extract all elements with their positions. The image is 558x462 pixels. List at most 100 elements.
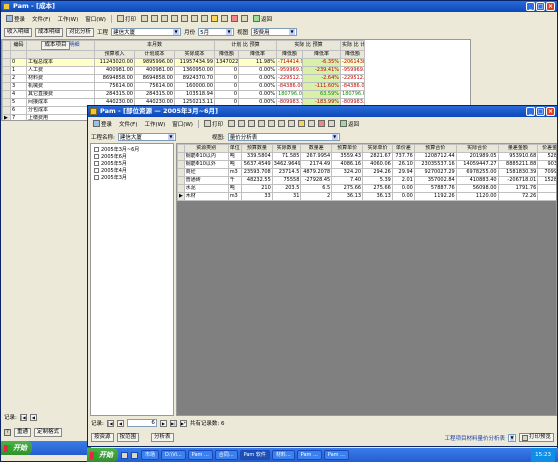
cost-value-cell[interactable]: -229512.70 <box>276 74 304 83</box>
print-button[interactable]: 打印 <box>202 119 225 128</box>
resource-col-header[interactable] <box>177 144 185 153</box>
return-button[interactable]: 返回 <box>251 14 274 23</box>
cut-icon[interactable] <box>227 120 235 127</box>
resource-value-cell[interactable]: 36.13 <box>362 192 393 201</box>
cost-value-cell[interactable]: 8924370.70 <box>173 74 216 83</box>
row-selector[interactable]: ▶ <box>177 192 185 201</box>
resource-value-cell[interactable]: 56098.00 <box>455 184 499 193</box>
resource-value-cell[interactable]: 23714.5 <box>271 168 302 177</box>
login-button[interactable]: 登录 <box>4 14 27 23</box>
first-record-icon[interactable]: |◀ <box>19 413 27 421</box>
resource-value-cell[interactable]: 1120.00 <box>455 192 499 201</box>
resource-value-cell[interactable]: 267.9954 <box>300 152 333 161</box>
resource-value-cell[interactable]: 8885211.88 <box>497 160 539 169</box>
resource-value-cell[interactable]: 2821.67 <box>362 152 393 161</box>
resource-value-cell[interactable]: 23593.708 <box>240 168 273 177</box>
resource-value-cell[interactable]: 0. <box>537 184 556 193</box>
col-budget-income[interactable]: 预算收入 <box>94 50 135 59</box>
resource-value-cell[interactable]: 1791.76 <box>497 184 539 193</box>
window-menu[interactable]: 窗口(W) <box>83 14 108 23</box>
undo-icon[interactable] <box>257 120 265 127</box>
cost-code-cell[interactable]: 7 <box>10 114 27 120</box>
resource-value-cell[interactable]: m3 <box>227 168 242 177</box>
cost-value-cell[interactable]: 0.00% <box>238 82 278 91</box>
resource-col-header[interactable]: 数量差 <box>300 144 333 153</box>
print-preview-button[interactable]: 打印预览 <box>518 433 554 442</box>
period-item[interactable]: 2005年6月 <box>91 153 173 160</box>
resource-value-cell[interactable]: 26.10 <box>391 160 415 169</box>
resource-value-cell[interactable]: 9270027.29 <box>413 168 457 177</box>
resource-value-cell[interactable]: -27928.45 <box>300 176 333 185</box>
resource-name-cell[interactable]: 木材 <box>183 192 229 201</box>
resource-value-cell[interactable]: 709941. <box>537 168 556 177</box>
resource-value-cell[interactable]: 29.94 <box>391 168 415 177</box>
col-reduce-amt-2[interactable]: 降低额 <box>276 50 304 59</box>
filter-icon[interactable] <box>200 15 208 22</box>
row-selector[interactable] <box>2 98 11 107</box>
cost-value-cell[interactable]: 0.00% <box>238 90 278 99</box>
cost-row[interactable]: 4 其它直接费 284315.00 284315.00 103518.94 0 0.00% 1… <box>2 90 366 99</box>
period-item[interactable]: 2005年4月 <box>91 167 173 174</box>
window-menu[interactable]: 窗口(W) <box>170 119 195 128</box>
minimize-icon[interactable]: _ <box>526 2 535 11</box>
row-selector[interactable] <box>2 82 11 91</box>
col-reduce-rate-2[interactable]: 降低率 <box>302 50 342 59</box>
sort-desc-icon[interactable] <box>190 15 198 22</box>
cost-value-cell[interactable]: -84386.00 <box>276 82 304 91</box>
resource-value-cell[interactable]: 4060.06 <box>362 160 393 169</box>
resource-value-cell[interactable]: 210 <box>240 184 273 193</box>
resource-name-cell[interactable]: 普通砖 <box>183 176 229 185</box>
analysis-table-button[interactable]: 分析表 <box>151 433 174 442</box>
row-selector[interactable] <box>177 184 185 193</box>
tab-cost-detail[interactable]: 成本明细 <box>35 27 64 37</box>
cost-value-cell[interactable]: -2.64% <box>302 74 342 83</box>
cost-code-cell[interactable]: 5 <box>10 98 27 107</box>
resource-col-header[interactable]: 资源类别 <box>183 144 229 153</box>
detail-checkbox[interactable]: 明细 <box>70 42 80 48</box>
maximize-icon[interactable]: □ <box>536 107 545 116</box>
row-selector[interactable] <box>177 168 185 177</box>
start-button[interactable]: 开始 <box>1 441 32 455</box>
cost-value-cell[interactable]: -959969.00 <box>340 66 366 75</box>
cost-code-cell[interactable]: 3 <box>10 82 27 91</box>
cost-value-cell[interactable]: 11243020.00 <box>94 58 135 67</box>
resource-value-cell[interactable]: 357002.84 <box>413 176 457 185</box>
cost-item-cell[interactable]: 上缴费用 <box>26 114 95 120</box>
cut-icon[interactable] <box>140 15 148 22</box>
resource-value-cell[interactable]: 33 <box>240 192 273 201</box>
resource-col-header[interactable]: 实际合价 <box>455 144 499 153</box>
resource-col-header[interactable]: 价差金额 <box>537 144 556 153</box>
cost-value-cell[interactable]: 8694858.00 <box>94 74 135 83</box>
resource-row[interactable]: 钢筋Φ10以外吨 5637.4549 3462.9649 2174.49 4086.16… <box>177 160 556 169</box>
project-name-select[interactable]: 建信大厦 ▼ <box>117 132 176 141</box>
print-button[interactable]: 打印 <box>115 14 138 23</box>
cost-value-cell[interactable]: 8694858.00 <box>134 74 175 83</box>
prev-record-icon[interactable]: ◀ <box>116 419 124 427</box>
resource-row[interactable]: ▶ 木材 m3 33 31 2 36.13 36.13 0.00 1192.26 1120.00 72… <box>177 192 556 201</box>
tab-income-detail[interactable]: 收入明细 <box>4 27 33 37</box>
check-icon[interactable] <box>210 15 218 22</box>
resource-value-cell[interactable]: 吨 <box>227 152 242 161</box>
taskbar-item[interactable]: Pam 软件 <box>239 450 270 460</box>
cost-value-cell[interactable]: 284315.00 <box>134 90 175 99</box>
resource-col-header[interactable]: 实际单价 <box>362 144 393 153</box>
work-menu[interactable]: 工作(W) <box>55 14 80 23</box>
cost-value-cell[interactable]: 0 <box>214 74 240 83</box>
row-selector[interactable] <box>177 176 185 185</box>
maximize-icon[interactable]: □ <box>536 2 545 11</box>
resource-value-cell[interactable]: 75558 <box>271 176 302 185</box>
sort-desc-icon[interactable] <box>277 120 285 127</box>
resource-value-cell[interactable]: 410883.40 <box>455 176 499 185</box>
resource-value-cell[interactable]: 吨 <box>227 160 242 169</box>
cost-value-cell[interactable]: 11957434.99 <box>173 58 216 67</box>
cost-value-cell[interactable]: -239.41% <box>302 66 342 75</box>
view-select[interactable]: 按费用 ▼ <box>251 28 298 36</box>
cost-value-cell[interactable]: -229512.70 <box>340 74 366 83</box>
delete-icon[interactable] <box>230 15 238 22</box>
close-icon[interactable]: × <box>546 107 555 116</box>
cost-value-cell[interactable]: 0 <box>214 90 240 99</box>
resource-value-cell[interactable]: 吨 <box>227 184 242 193</box>
col-reduce-amt-3[interactable]: 降低额 <box>340 50 366 59</box>
delete-icon[interactable] <box>317 120 325 127</box>
paste-icon[interactable] <box>160 15 168 22</box>
